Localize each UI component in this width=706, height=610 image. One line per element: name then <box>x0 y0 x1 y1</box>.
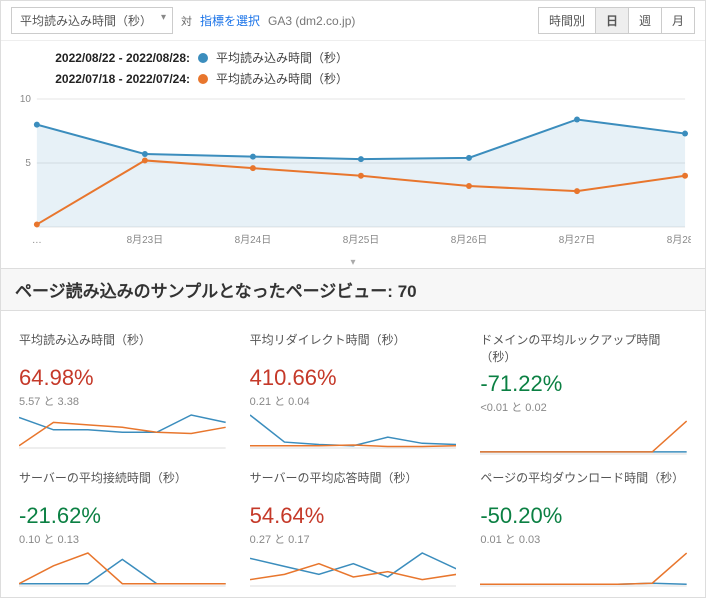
svg-text:10: 10 <box>20 94 32 105</box>
sparkline <box>480 551 687 587</box>
sparkline <box>250 551 457 587</box>
metric-card[interactable]: ページの平均ダウンロード時間（秒） -50.20% 0.01 と 0.03 <box>468 459 699 591</box>
metric-card[interactable]: 平均読み込み時間（秒） 64.98% 5.57 と 3.38 <box>7 321 238 459</box>
card-subtext: 0.21 と 0.04 <box>250 393 457 409</box>
card-title: 平均読み込み時間（秒） <box>19 331 226 359</box>
card-subtext: 0.01 と 0.03 <box>480 531 687 547</box>
data-source-label: GA3 (dm2.co.jp) <box>268 14 355 28</box>
svg-text:8月26日: 8月26日 <box>451 234 487 246</box>
metric-select[interactable]: 平均読み込み時間（秒） <box>11 7 173 34</box>
card-title: ページの平均ダウンロード時間（秒） <box>480 469 687 497</box>
granularity-month[interactable]: 月 <box>662 8 694 33</box>
svg-text:8月25日: 8月25日 <box>343 234 379 246</box>
legend-series-prev: 平均読み込み時間（秒） <box>216 70 348 87</box>
svg-text:…: … <box>32 235 42 246</box>
granularity-day[interactable]: 日 <box>596 8 629 33</box>
svg-text:8月24日: 8月24日 <box>235 234 271 246</box>
card-percent: 410.66% <box>250 365 457 391</box>
headline-prefix: ページ読み込みのサンプルとなったページビュー: <box>15 282 398 301</box>
sparkline <box>250 413 457 449</box>
card-subtext: <0.01 と 0.02 <box>480 399 687 415</box>
card-title: ドメインの平均ルックアップ時間（秒） <box>480 331 687 365</box>
swatch-blue-icon <box>198 53 208 63</box>
card-title: サーバーの平均応答時間（秒） <box>250 469 457 497</box>
card-percent: 54.64% <box>250 503 457 529</box>
legend-range-current: 2022/08/22 - 2022/08/28: <box>15 51 190 65</box>
vs-label: 対 <box>181 13 192 29</box>
card-subtext: 0.10 と 0.13 <box>19 531 226 547</box>
granularity-week[interactable]: 週 <box>629 8 662 33</box>
card-percent: 64.98% <box>19 365 226 391</box>
expand-handle-icon[interactable]: ▾ <box>1 257 705 268</box>
headline-value: 70 <box>398 282 417 301</box>
metric-card[interactable]: 平均リダイレクト時間（秒） 410.66% 0.21 と 0.04 <box>238 321 469 459</box>
legend-range-prev: 2022/07/18 - 2022/07/24: <box>15 72 190 86</box>
select-metric-link[interactable]: 指標を選択 <box>200 12 260 29</box>
card-percent: -71.22% <box>480 371 687 397</box>
svg-text:5: 5 <box>25 158 31 169</box>
swatch-orange-icon <box>198 74 208 84</box>
sparkline <box>480 419 687 455</box>
card-subtext: 5.57 と 3.38 <box>19 393 226 409</box>
main-chart: 5 10 … 8月23日 8月24日 8月25日 8月26日 8月27日 8月28日 <box>1 91 705 257</box>
granularity-hour[interactable]: 時間別 <box>539 8 596 33</box>
metric-card[interactable]: ドメインの平均ルックアップ時間（秒） -71.22% <0.01 と 0.02 <box>468 321 699 459</box>
toolbar: 平均読み込み時間（秒） 対 指標を選択 GA3 (dm2.co.jp) 時間別 … <box>1 1 705 41</box>
card-title: サーバーの平均接続時間（秒） <box>19 469 226 497</box>
metric-card[interactable]: サーバーの平均応答時間（秒） 54.64% 0.27 と 0.17 <box>238 459 469 591</box>
card-title: 平均リダイレクト時間（秒） <box>250 331 457 359</box>
metric-card[interactable]: サーバーの平均接続時間（秒） -21.62% 0.10 と 0.13 <box>7 459 238 591</box>
card-percent: -50.20% <box>480 503 687 529</box>
svg-text:8月28日: 8月28日 <box>667 234 691 246</box>
sparkline <box>19 413 226 449</box>
svg-text:8月27日: 8月27日 <box>559 234 595 246</box>
granularity-group: 時間別 日 週 月 <box>538 7 695 34</box>
metric-cards: 平均読み込み時間（秒） 64.98% 5.57 と 3.38 平均リダイレクト時間（秒… <box>1 311 705 597</box>
headline-bar: ページ読み込みのサンプルとなったページビュー: 70 <box>1 268 705 311</box>
card-percent: -21.62% <box>19 503 226 529</box>
legend-series-current: 平均読み込み時間（秒） <box>216 49 348 66</box>
legend: 2022/08/22 - 2022/08/28: 平均読み込み時間（秒） 202… <box>1 41 705 87</box>
sparkline <box>19 551 226 587</box>
svg-text:8月23日: 8月23日 <box>127 234 163 246</box>
card-subtext: 0.27 と 0.17 <box>250 531 457 547</box>
